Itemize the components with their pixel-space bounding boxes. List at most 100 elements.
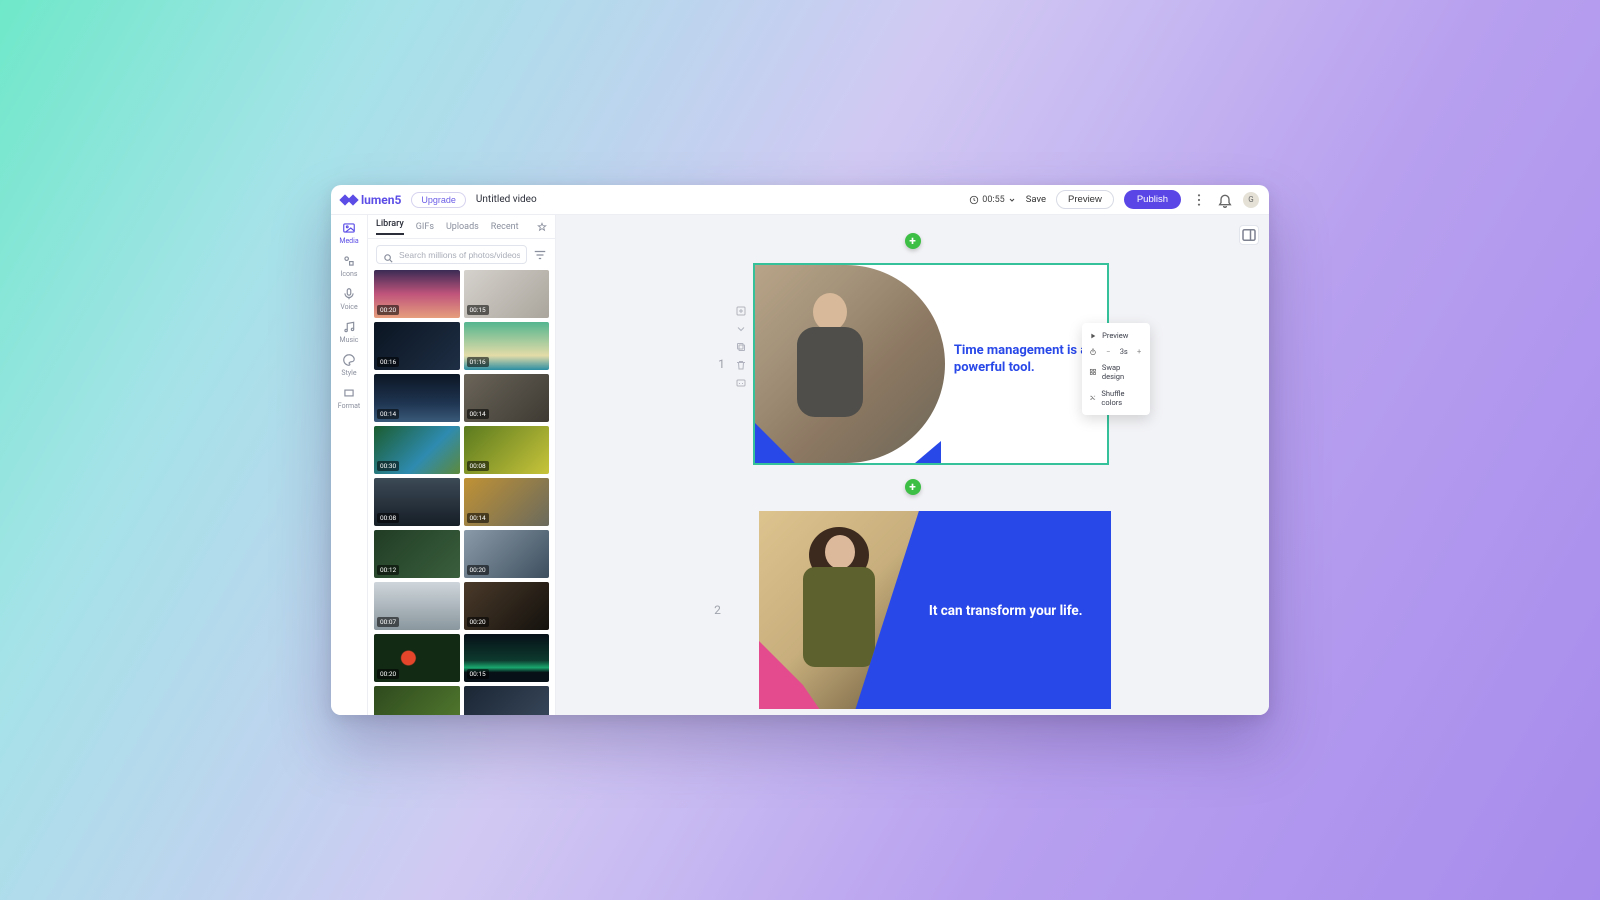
thumb-duration: 00:20	[467, 565, 489, 575]
image-icon	[342, 221, 356, 235]
ctx-preview[interactable]: Preview	[1082, 327, 1150, 344]
clock-icon	[969, 195, 979, 205]
tab-library[interactable]: Library	[376, 219, 404, 235]
add-media-icon[interactable]	[735, 305, 747, 317]
chevron-down-icon[interactable]	[735, 323, 747, 335]
ctx-shuffle-colors[interactable]: Shuffle colors	[1082, 385, 1150, 411]
thumb-duration: 00:20	[467, 617, 489, 627]
thumb-duration: 00:20	[377, 305, 399, 315]
rail-style[interactable]: Style	[341, 353, 356, 377]
add-scene-button[interactable]: +	[905, 479, 921, 495]
scene-tools	[735, 305, 747, 389]
mic-icon	[342, 287, 356, 301]
rail-label: Icons	[340, 270, 357, 278]
scene-2[interactable]: It can transform your life.	[759, 511, 1111, 709]
media-thumbnail[interactable]: 00:14	[464, 478, 550, 526]
thumb-duration: 00:08	[467, 461, 489, 471]
media-thumbnail[interactable]: 00:14	[464, 374, 550, 422]
thumb-duration: 00:07	[377, 617, 399, 627]
more-icon[interactable]	[1191, 192, 1207, 208]
canvas[interactable]: + 1 Time manage	[556, 215, 1269, 715]
search-box[interactable]	[376, 245, 527, 264]
media-thumbnail[interactable]: 00:15	[464, 270, 550, 318]
logo[interactable]: lumen5	[341, 192, 401, 208]
search-icon	[383, 249, 394, 260]
minus-icon[interactable]: −	[1104, 347, 1112, 356]
media-thumbnail[interactable]: 00:07	[374, 582, 460, 630]
scene-text[interactable]: Time management is a powerful tool.	[954, 343, 1089, 377]
panel-toggle-icon[interactable]	[1239, 225, 1259, 245]
upgrade-button[interactable]: Upgrade	[411, 192, 466, 208]
preview-button[interactable]: Preview	[1056, 190, 1114, 209]
shapes-icon	[342, 254, 356, 268]
user-avatar[interactable]: G	[1243, 192, 1259, 208]
chevron-down-icon	[1008, 196, 1016, 204]
thumb-duration: 00:16	[377, 357, 399, 367]
filter-icon[interactable]	[533, 248, 547, 262]
rail-media[interactable]: Media	[339, 221, 358, 245]
scene-context-menu: Preview − 3s + Swap design	[1082, 323, 1150, 415]
media-thumbnail[interactable]	[374, 686, 460, 715]
brand-name: lumen5	[361, 193, 401, 207]
thumb-duration: 00:30	[377, 461, 399, 471]
project-title[interactable]: Untitled video	[476, 194, 537, 205]
save-button[interactable]: Save	[1026, 194, 1046, 205]
media-thumbnail[interactable]: 00:14	[374, 374, 460, 422]
media-thumbnail[interactable]: 00:16	[374, 322, 460, 370]
media-thumbnail[interactable]: 00:20	[374, 270, 460, 318]
scene-number: 1	[718, 357, 725, 371]
tab-recent[interactable]: Recent	[491, 222, 519, 232]
avatar-initial: G	[1248, 195, 1253, 204]
tab-uploads[interactable]: Uploads	[446, 222, 479, 232]
media-thumbnail[interactable]: 00:08	[374, 478, 460, 526]
rail-icons[interactable]: Icons	[340, 254, 357, 278]
shuffle-icon	[1089, 394, 1096, 401]
tab-gifs[interactable]: GIFs	[416, 222, 434, 232]
duration-value: 00:55	[982, 195, 1004, 205]
play-icon	[1089, 332, 1097, 340]
palette-icon	[342, 353, 356, 367]
rail-format[interactable]: Format	[338, 386, 360, 410]
bell-icon[interactable]	[1217, 192, 1233, 208]
thumb-duration: 00:14	[467, 409, 489, 419]
app-window: lumen5 Upgrade Untitled video 00:55 Save…	[331, 185, 1269, 715]
thumb-duration: 00:12	[377, 565, 399, 575]
caption-icon[interactable]	[735, 377, 747, 389]
media-thumbnail[interactable]	[464, 686, 550, 715]
thumb-duration: 00:08	[377, 513, 399, 523]
publish-button[interactable]: Publish	[1124, 190, 1181, 209]
media-thumbnail[interactable]: 00:30	[374, 426, 460, 474]
add-scene-button[interactable]: +	[905, 233, 921, 249]
delete-icon[interactable]	[735, 359, 747, 371]
ctx-duration[interactable]: − 3s +	[1082, 344, 1150, 359]
left-rail: Media Icons Voice Music Style Format	[331, 215, 368, 715]
timer-icon	[1089, 348, 1097, 356]
media-thumbnail[interactable]: 00:12	[374, 530, 460, 578]
thumb-duration: 00:20	[377, 669, 399, 679]
rail-voice[interactable]: Voice	[340, 287, 357, 311]
media-thumbnail[interactable]: 00:20	[464, 582, 550, 630]
scene-text[interactable]: It can transform your life.	[929, 603, 1083, 619]
music-icon	[342, 320, 356, 334]
copy-icon[interactable]	[735, 341, 747, 353]
scene-1[interactable]: Time management is a powerful tool.	[755, 265, 1107, 463]
top-bar: lumen5 Upgrade Untitled video 00:55 Save…	[331, 185, 1269, 215]
media-thumbnail[interactable]: 00:20	[464, 530, 550, 578]
rail-music[interactable]: Music	[340, 320, 359, 344]
media-thumbnail[interactable]: 00:08	[464, 426, 550, 474]
crop-icon	[342, 386, 356, 400]
rail-label: Format	[338, 402, 360, 410]
rail-label: Voice	[340, 303, 357, 311]
media-thumbnail[interactable]: 01:16	[464, 322, 550, 370]
search-input[interactable]	[399, 250, 520, 260]
grid-icon	[1089, 368, 1097, 376]
ctx-swap-design[interactable]: Swap design	[1082, 359, 1150, 385]
favorites-icon[interactable]	[537, 222, 547, 232]
plus-icon[interactable]: +	[1135, 347, 1143, 356]
media-thumbnail[interactable]: 00:20	[374, 634, 460, 682]
rail-label: Music	[340, 336, 359, 344]
duration-dropdown[interactable]: 00:55	[969, 195, 1015, 205]
rail-label: Style	[341, 369, 356, 377]
rail-label: Media	[339, 237, 358, 245]
media-thumbnail[interactable]: 00:15	[464, 634, 550, 682]
